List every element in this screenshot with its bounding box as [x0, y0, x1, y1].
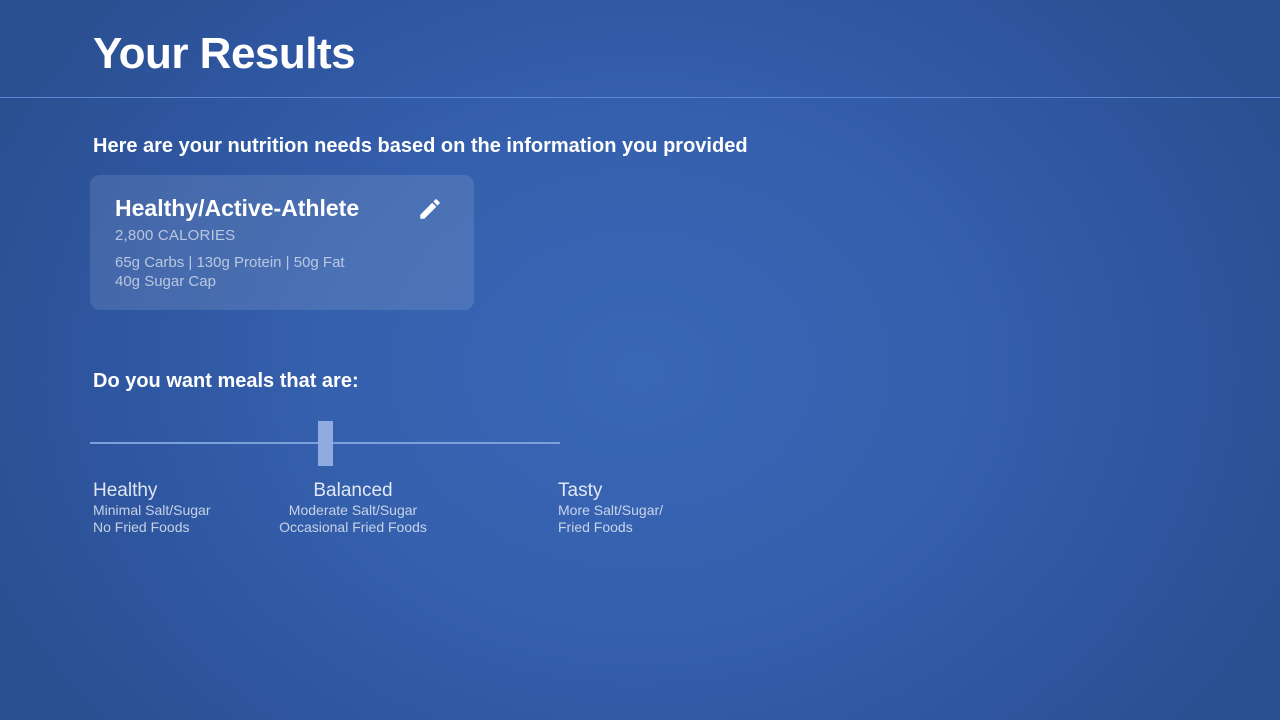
option-healthy-label: Healthy	[93, 480, 158, 501]
option-tasty-desc-1: More Salt/Sugar/	[558, 502, 664, 518]
calories-value: 2,800 CALORIES	[115, 227, 236, 244]
meal-preference-slider[interactable]	[90, 420, 560, 466]
option-balanced-label: Balanced	[313, 480, 393, 501]
nutrition-card: Healthy/Active-Athlete 2,800 CALORIES 65…	[90, 175, 474, 310]
option-tasty[interactable]: Tasty More Salt/Sugar/ Fried Foods	[558, 480, 663, 536]
pencil-icon	[420, 199, 440, 219]
page-title: Your Results	[93, 29, 356, 78]
option-balanced-desc-1: Moderate Salt/Sugar	[288, 502, 418, 518]
intro-text: Here are your nutrition needs based on t…	[93, 135, 748, 157]
meals-question: Do you want meals that are:	[93, 370, 359, 392]
option-balanced[interactable]: Balanced Moderate Salt/Sugar Occasional …	[266, 480, 440, 536]
edit-button[interactable]	[414, 193, 446, 225]
option-tasty-desc-2: Fried Foods	[558, 519, 633, 535]
macros-text: 65g Carbs | 130g Protein | 50g Fat	[115, 254, 345, 271]
option-healthy-desc-2: No Fried Foods	[93, 519, 190, 535]
header: Your Results	[0, 0, 1280, 98]
slider-thumb[interactable]	[318, 421, 333, 466]
option-balanced-desc-2: Occasional Fried Foods	[279, 519, 427, 535]
option-tasty-label: Tasty	[558, 480, 603, 501]
sugar-cap-text: 40g Sugar Cap	[115, 273, 216, 290]
option-healthy[interactable]: Healthy Minimal Salt/Sugar No Fried Food…	[93, 480, 211, 536]
profile-title: Healthy/Active-Athlete	[115, 195, 360, 221]
option-healthy-desc-1: Minimal Salt/Sugar	[93, 502, 211, 518]
